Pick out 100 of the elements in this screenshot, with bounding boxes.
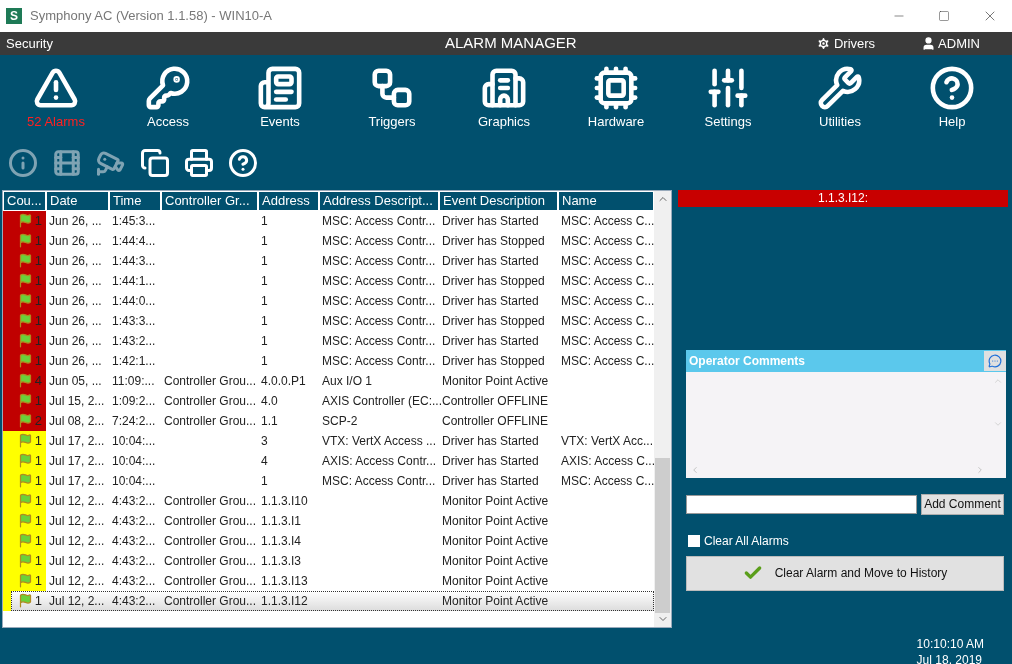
table-cell-text: 1 — [261, 292, 268, 310]
table-row[interactable]: 1 Jun 26, ... 1:42:1... 1 MSC: Access Contr... Driver has Stopped MSC: Access C... — [3, 350, 654, 371]
table-cell-text: Jul 12, 2... — [49, 532, 105, 550]
column-header[interactable]: Name — [558, 190, 654, 211]
table-cell-text: 4:43:2... — [112, 532, 156, 550]
clear-all-checkbox[interactable] — [688, 534, 700, 547]
table-cell-text: Jul 12, 2... — [49, 492, 105, 510]
comment-input[interactable] — [686, 494, 917, 514]
table-row[interactable]: 1 Jul 12, 2... 4:43:2... Controller Grou... 1.1.3.I10 Monitor Point Active — [3, 490, 654, 511]
count-text: 1 — [34, 471, 42, 490]
table-cell-text: 4:43:2... — [112, 572, 156, 590]
wrench-icon — [817, 65, 863, 111]
table-cell-text: MSC: Access C... — [561, 232, 655, 250]
column-header[interactable]: Address — [258, 190, 319, 211]
table-cell-text: AXIS Controller (EC:... — [322, 392, 443, 410]
table-row[interactable]: 1 Jun 26, ... 1:44:4... 1 MSC: Access Contr... Driver has Stopped MSC: Access C... — [3, 230, 654, 251]
security-menu[interactable]: Security — [6, 33, 53, 54]
nav-button[interactable]: Help — [896, 65, 1008, 132]
column-header[interactable]: Date — [46, 190, 109, 211]
table-cell-text: Jul 17, 2... — [49, 452, 105, 470]
scrollbar[interactable] — [654, 190, 671, 627]
column-header[interactable]: Address Descript... — [319, 190, 439, 211]
page-title: ALARM MANAGER — [445, 33, 577, 54]
maximize-icon[interactable] — [938, 10, 950, 22]
table-cell-text: 10:04:... — [112, 432, 156, 450]
table-row[interactable]: 2 Jul 08, 2... 7:24:2... Controller Grou... 1.1 SCP-2 Controller OFFLINE — [3, 410, 654, 431]
table-cell-text: Jul 08, 2... — [49, 412, 105, 430]
table-cell-text: Aux I/O 1 — [322, 372, 373, 390]
table-cell-text: 1 — [261, 212, 268, 230]
table-row[interactable]: 1 Jun 26, ... 1:44:1... 1 MSC: Access Contr... Driver has Stopped MSC: Access C... — [3, 270, 654, 291]
table-cell-text: Driver has Started — [442, 472, 539, 490]
table-cell-text: 1 — [261, 312, 268, 330]
table-row[interactable]: 1 Jul 17, 2... 10:04:... 4 AXIS: Access Contr... Driver has Started AXIS: Access C... — [3, 450, 654, 471]
windows-icon[interactable] — [140, 147, 170, 178]
table-cell-text: 1.1.3.I10 — [261, 492, 308, 510]
flag-icon — [17, 453, 33, 468]
help-icon[interactable] — [228, 147, 258, 178]
table-row[interactable]: 1 Jul 12, 2... 4:43:2... Controller Grou... 1.1.3.I13 Monitor Point Active — [3, 570, 654, 591]
count-text: 1 — [34, 251, 42, 270]
table-cell-text: MSC: Access C... — [561, 272, 655, 290]
table-row[interactable]: 1 Jun 26, ... 1:43:3... 1 MSC: Access Contr... Driver has Stopped MSC: Access C... — [3, 310, 654, 331]
table-cell-text: 1 — [261, 252, 268, 270]
table-cell-text: Driver has Stopped — [442, 232, 545, 250]
count-text: 4 — [34, 371, 42, 390]
table-cell-text: MSC: Access Contr... — [322, 332, 436, 350]
comment-icon-button[interactable] — [984, 350, 1006, 371]
table-row[interactable]: 1 Jun 26, ... 1:44:3... 1 MSC: Access Contr... Driver has Started MSC: Access C... — [3, 250, 654, 271]
table-cell-text: SCP-2 — [322, 412, 358, 430]
table-cell-text: 10:04:... — [112, 472, 156, 490]
print-icon[interactable] — [184, 147, 214, 178]
clear-alarm-button[interactable]: Clear Alarm and Move to History — [686, 555, 1004, 591]
nav-button[interactable]: Events — [224, 65, 336, 132]
scroll-thumb[interactable] — [655, 457, 670, 613]
warning-icon — [33, 65, 79, 111]
table-row[interactable]: 1 Jun 26, ... 1:45:3... 1 MSC: Access Contr... Driver has Started MSC: Access C... — [3, 210, 654, 231]
add-comment-button[interactable]: Add Comment — [921, 493, 1004, 515]
table-row[interactable]: 1 Jul 17, 2... 10:04:... 1 MSC: Access Contr... Driver has Started MSC: Access C... — [3, 470, 654, 491]
nav-button[interactable]: Graphics — [448, 65, 560, 132]
column-header[interactable]: Cou... — [3, 190, 46, 211]
column-header[interactable]: Controller Gr... — [161, 190, 258, 211]
table-row[interactable]: 4 Jun 05, ... 11:09:... Controller Grou... 4.0.0.P1 Aux I/O 1 Monitor Point Active — [3, 370, 654, 391]
nav-button[interactable]: Triggers — [336, 65, 448, 132]
table-cell-text: 4:43:2... — [112, 512, 156, 530]
table-cell-text: MSC: Access C... — [561, 252, 655, 270]
table-cell-text: Jun 26, ... — [49, 292, 102, 310]
flag-icon — [17, 593, 33, 608]
table-row[interactable]: 1 Jun 26, ... 1:43:2... 1 MSC: Access Contr... Driver has Started MSC: Access C... — [3, 330, 654, 351]
count-text: 1 — [34, 211, 42, 230]
count-text: 1 — [34, 311, 42, 330]
table-cell-text: MSC: Access Contr... — [322, 292, 436, 310]
table-row[interactable]: 1 Jul 15, 2... 1:09:2... Controller Grou... 4.0 AXIS Controller (EC:...Controller OFFLINE — [3, 390, 654, 411]
table-cell-text: 4:43:2... — [112, 592, 156, 610]
table-row[interactable]: 1 Jul 12, 2... 4:43:2... Controller Grou... 1.1.3.I4 Monitor Point Active — [3, 530, 654, 551]
table-row[interactable]: 1 Jul 12, 2... 4:43:2... Controller Grou... 1.1.3.I3 Monitor Point Active — [3, 550, 654, 571]
table-row[interactable]: 1 Jun 26, ... 1:44:0... 1 MSC: Access Contr... Driver has Started MSC: Access C... — [3, 290, 654, 311]
drivers-button[interactable]: Drivers — [815, 33, 876, 54]
table-cell-text: 1:44:3... — [112, 252, 156, 270]
nav-button[interactable]: Settings — [672, 65, 784, 132]
table-cell-text: Jun 26, ... — [49, 272, 102, 290]
table-cell-text: Controller Grou... — [164, 532, 257, 550]
nav-button[interactable]: Utilities — [784, 65, 896, 132]
table-cell-text: Jun 26, ... — [49, 212, 102, 230]
user-button[interactable]: ADMIN — [921, 33, 980, 54]
table-cell-text: 1.1.3.I12 — [261, 592, 308, 610]
count-text: 1 — [34, 531, 42, 550]
table-cell-text: 1:44:4... — [112, 232, 156, 250]
table-cell-text: 3 — [261, 432, 268, 450]
table-row[interactable]: 1 Jul 12, 2... 4:43:2... Controller Grou... 1.1.3.I1 Monitor Point Active — [3, 510, 654, 531]
table-row[interactable]: 1 Jul 12, 2... 4:43:2... Controller Grou... 1.1.3.I12 Monitor Point Active — [11, 590, 654, 611]
column-header[interactable]: Event Description — [439, 190, 558, 211]
column-header[interactable]: Time — [109, 190, 161, 211]
table-row[interactable]: 1 Jul 17, 2... 10:04:... 3 VTX: VertX Access ... Driver has Started VTX: VertX Acc... — [3, 430, 654, 451]
nav-button[interactable]: Hardware — [560, 65, 672, 132]
table-cell-text: 7:24:2... — [112, 412, 156, 430]
nav-button[interactable]: Access — [112, 65, 224, 132]
key-icon — [145, 65, 191, 111]
table-cell-text: Jun 26, ... — [49, 252, 102, 270]
table-cell-text: Controller Grou... — [164, 512, 257, 530]
table-cell-text: MSC: Access C... — [561, 292, 655, 310]
table-cell-text: Controller OFFLINE — [442, 412, 549, 430]
